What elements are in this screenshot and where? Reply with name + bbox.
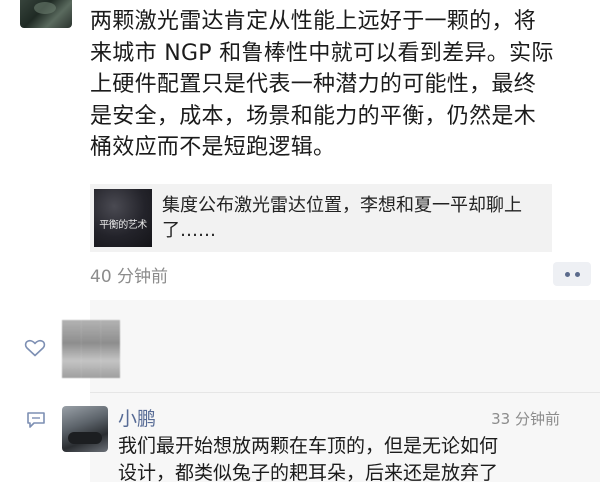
post-line: 上硬件配置只是代表一种潜力的可能性，最终 bbox=[90, 72, 537, 97]
comment-body: 我们最开始想放两颗在车顶的，但是无论如何 设计，都类似兔子的耙耳朵，后来还是放弃… bbox=[118, 433, 578, 482]
panel-divider bbox=[90, 392, 600, 393]
dot-icon bbox=[564, 271, 570, 277]
dot-icon bbox=[574, 271, 580, 277]
article-thumbnail-caption: 平衡的艺术 bbox=[99, 220, 147, 231]
post-body: 两颗激光雷达肯定从性能上远好于一颗的，将 来城市 NGP 和鲁棒性中就可以看到差… bbox=[90, 6, 586, 164]
heart-outline-icon bbox=[24, 339, 46, 357]
post-timestamp: 40 分钟前 bbox=[90, 267, 169, 287]
commenter-avatar[interactable] bbox=[62, 406, 108, 452]
article-thumbnail: 平衡的艺术 bbox=[94, 189, 152, 247]
comment-timestamp: 33 分钟前 bbox=[491, 410, 560, 428]
liker-avatar[interactable] bbox=[62, 320, 120, 378]
comment-bubble-icon bbox=[27, 412, 45, 428]
commenter-name[interactable]: 小鹏 bbox=[118, 404, 156, 431]
shared-article-card[interactable]: 平衡的艺术 集度公布激光雷达位置，李想和夏一平却聊上了…… bbox=[90, 184, 552, 252]
comment-line: 设计，都类似兔子的耙耳朵，后来还是放弃了 bbox=[118, 462, 499, 482]
post-line: 桶效应而不是短跑逻辑。 bbox=[90, 135, 336, 160]
post-line: 是安全，成本，场景和能力的平衡，仍然是木 bbox=[90, 103, 537, 129]
more-actions-button[interactable] bbox=[553, 262, 591, 286]
post-line: 来城市 NGP 和鲁棒性中就可以看到差异。实际 bbox=[90, 40, 554, 66]
post-line: 两颗激光雷达肯定从性能上远好于一颗的，将 bbox=[90, 9, 537, 34]
comment-line: 我们最开始想放两颗在车顶的，但是无论如何 bbox=[118, 435, 499, 457]
article-title: 集度公布激光雷达位置，李想和夏一平却聊上了…… bbox=[162, 195, 522, 241]
post-author-avatar[interactable] bbox=[20, 0, 72, 28]
